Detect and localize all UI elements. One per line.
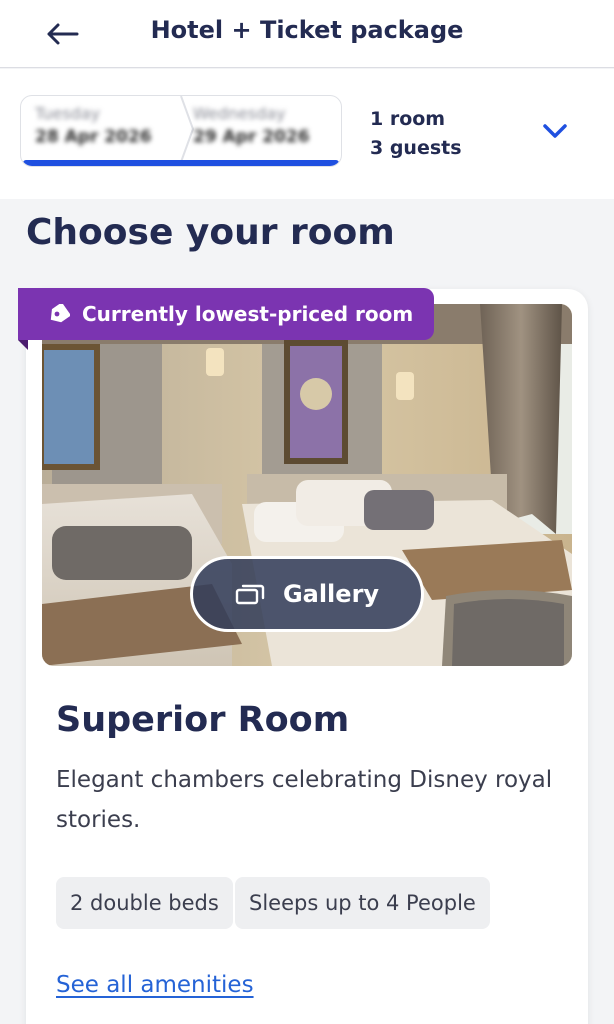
gallery-icon xyxy=(235,584,265,605)
checkin-date[interactable]: Tuesday 28 Apr 2026 xyxy=(35,104,175,156)
gallery-button[interactable]: Gallery xyxy=(190,556,424,632)
badge-text: Currently lowest-priced room xyxy=(82,302,414,326)
see-all-amenities-link[interactable]: See all amenities xyxy=(56,972,254,998)
page-title: Hotel + Ticket package xyxy=(150,16,464,44)
date-selector[interactable]: Tuesday 28 Apr 2026 Wednesday 29 Apr 202… xyxy=(20,95,342,167)
feature-chip-capacity: Sleeps up to 4 People xyxy=(235,877,490,929)
gallery-label: Gallery xyxy=(282,580,380,608)
checkin-day: Tuesday xyxy=(35,104,101,123)
chevron-down-icon[interactable] xyxy=(540,119,570,143)
guests-count: 3 guests xyxy=(370,137,462,159)
checkout-date[interactable]: Wednesday 29 Apr 2026 xyxy=(193,104,333,156)
checkout-date-value: 29 Apr 2026 xyxy=(193,127,310,147)
room-name: Superior Room xyxy=(56,700,350,740)
date-active-indicator xyxy=(23,160,339,166)
rooms-count: 1 room xyxy=(370,108,446,130)
checkin-date-value: 28 Apr 2026 xyxy=(35,127,152,147)
top-bar: Hotel + Ticket package xyxy=(0,0,614,68)
feature-chip-beds: 2 double beds xyxy=(56,877,233,929)
badge-fold xyxy=(18,340,28,350)
lowest-price-badge: Currently lowest-priced room xyxy=(18,288,434,340)
tag-icon xyxy=(50,304,70,323)
room-guest-summary[interactable]: 1 room 3 guests xyxy=(370,105,462,163)
booking-summary-bar: Tuesday 28 Apr 2026 Wednesday 29 Apr 202… xyxy=(0,69,614,199)
section-title: Choose your room xyxy=(26,212,395,253)
checkout-day: Wednesday xyxy=(193,104,286,123)
room-description: Elegant chambers celebrating Disney roya… xyxy=(56,767,553,833)
